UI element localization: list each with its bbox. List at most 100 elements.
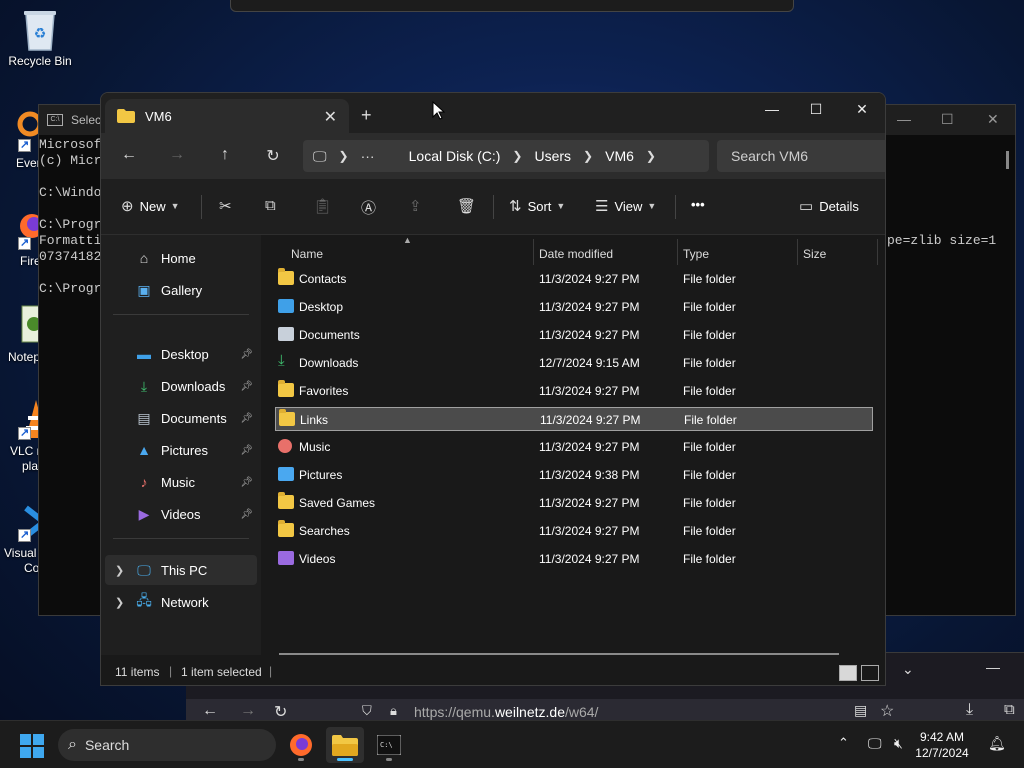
chevron-right-icon[interactable]: ❯ <box>115 596 124 609</box>
sidebar-item-downloads[interactable]: ⤓ Downloads 📌︎ <box>105 371 257 401</box>
search-input[interactable]: Search VM6 <box>717 140 885 172</box>
sidebar-item-home[interactable]: ⌂ Home <box>105 243 257 273</box>
console-maximize-button[interactable]: ☐ <box>941 111 954 128</box>
paste-button[interactable]: 📋︎ <box>313 197 338 215</box>
taskbar-search[interactable]: ⌕ Search <box>58 729 276 761</box>
taskbar-app-file-explorer[interactable] <box>326 727 364 763</box>
download-icon[interactable]: ⤓ <box>966 701 973 719</box>
reload-icon[interactable]: ↻ <box>274 702 287 722</box>
notification-bell-icon[interactable]: 🔔︎ <box>988 735 1006 752</box>
console-scrollbar[interactable] <box>1006 151 1009 169</box>
sidebar-item-desktop[interactable]: ▬ Desktop 📌︎ <box>105 339 257 369</box>
taskbar-app-firefox[interactable] <box>282 727 320 763</box>
forward-button[interactable]: → <box>165 146 189 164</box>
column-header-name[interactable]: Name <box>291 247 323 261</box>
tiles-view-icon[interactable] <box>861 665 879 681</box>
sidebar-item-music[interactable]: ♪ Music 📌︎ <box>105 467 257 497</box>
cut-button[interactable]: ✂ <box>219 197 238 215</box>
browser-minimize-button[interactable]: — <box>986 659 1000 675</box>
pin-icon[interactable]: 📌︎ <box>240 381 253 392</box>
breadcrumb-item[interactable]: VM6 <box>605 148 634 164</box>
breadcrumb-item[interactable]: Users <box>534 148 571 164</box>
network-status-icon[interactable]: 🖵︎ <box>868 735 882 752</box>
table-row[interactable]: Music 11/3/2024 9:27 PM File folder <box>275 435 873 459</box>
new-tab-button[interactable]: + <box>361 105 372 126</box>
sidebar-item-this-pc[interactable]: ❯ 🖵︎ This PC <box>105 555 257 585</box>
lock-icon[interactable]: 🔒︎ <box>390 703 397 719</box>
system-clock[interactable]: 9:42 AM 12/7/2024 <box>914 729 970 761</box>
volume-muted-icon[interactable]: 🔇︎ <box>894 735 903 752</box>
table-row[interactable]: Searches 11/3/2024 9:27 PM File folder <box>275 519 873 543</box>
pin-icon[interactable]: 📌︎ <box>240 509 253 520</box>
table-row[interactable]: Pictures 11/3/2024 9:38 PM File folder <box>275 463 873 487</box>
file-explorer-window[interactable]: VM6 ✕ + — ☐ ✕ ← → ↑ ↻ 🖵︎ ❯ ··· ❯ Local D… <box>100 92 886 686</box>
reader-view-icon[interactable]: ▤ <box>854 702 867 719</box>
pin-icon[interactable]: 📌︎ <box>240 349 253 360</box>
rename-button[interactable]: Ⓐ <box>361 197 382 218</box>
up-button[interactable]: ↑ <box>213 146 237 164</box>
tab-list-chevron-icon[interactable]: ⌄ <box>902 661 914 678</box>
sidebar-item-videos[interactable]: ▶ Videos 📌︎ <box>105 499 257 529</box>
chevron-right-icon[interactable]: ❯ <box>115 564 124 577</box>
shield-icon[interactable]: ⛉ <box>362 703 372 719</box>
tab-close-icon[interactable]: ✕ <box>324 107 337 127</box>
refresh-button[interactable]: ↻ <box>261 146 285 166</box>
sidebar-item-network[interactable]: ❯ 🖧︎ Network <box>105 587 257 617</box>
table-row-selected[interactable]: Links 11/3/2024 9:27 PM File folder <box>275 407 873 431</box>
details-button[interactable]: ▭ Details <box>799 197 859 215</box>
share-button[interactable]: ⇪ <box>409 197 428 215</box>
sort-button[interactable]: ⇅ Sort ▼ <box>509 197 565 215</box>
chevron-right-icon[interactable]: ❯ <box>512 149 522 163</box>
back-icon[interactable]: ← <box>202 702 218 720</box>
explorer-titlebar[interactable]: VM6 ✕ + — ☐ ✕ <box>101 93 885 133</box>
sidebar-item-documents[interactable]: ▤ Documents 📌︎ <box>105 403 257 433</box>
column-divider[interactable] <box>533 239 534 265</box>
table-row[interactable]: Contacts 11/3/2024 9:27 PM File folder <box>275 267 873 291</box>
close-button[interactable]: ✕ <box>847 101 877 118</box>
row-name: Links <box>300 413 329 427</box>
taskbar-app-terminal[interactable]: C:\ <box>370 727 408 763</box>
table-row[interactable]: ⤓ Downloads 12/7/2024 9:15 AM File folde… <box>275 351 873 375</box>
column-header-size[interactable]: Size <box>803 247 826 261</box>
new-button[interactable]: ⊕ New ▼ <box>121 197 180 215</box>
url-bar[interactable]: https://qemu.weilnetz.de/w64/ <box>414 704 598 720</box>
column-divider[interactable] <box>877 239 878 265</box>
chevron-right-icon[interactable]: ❯ <box>583 149 593 163</box>
maximize-button[interactable]: ☐ <box>801 101 831 118</box>
back-button[interactable]: ← <box>117 146 141 164</box>
column-divider[interactable] <box>797 239 798 265</box>
table-row[interactable]: Favorites 11/3/2024 9:27 PM File folder <box>275 379 873 403</box>
column-header-date[interactable]: Date modified <box>539 247 613 261</box>
copy-button[interactable]: ⧉ <box>265 197 282 214</box>
more-options-button[interactable]: ••• <box>691 197 705 212</box>
view-button[interactable]: ☰ View ▼ <box>595 197 656 215</box>
forward-icon[interactable]: → <box>240 702 256 720</box>
pin-icon[interactable]: 📌︎ <box>240 477 253 488</box>
breadcrumb-overflow[interactable]: ··· <box>361 148 375 164</box>
table-row[interactable]: Saved Games 11/3/2024 9:27 PM File folde… <box>275 491 873 515</box>
table-row[interactable]: Desktop 11/3/2024 9:27 PM File folder <box>275 295 873 319</box>
breadcrumb-item[interactable]: Local Disk (C:) <box>409 148 501 164</box>
chevron-up-icon[interactable]: ⌃ <box>838 735 849 751</box>
bookmark-star-icon[interactable]: ☆ <box>880 701 894 721</box>
console-minimize-button[interactable]: — <box>897 111 911 127</box>
extensions-icon[interactable]: ⧉ <box>1004 701 1015 718</box>
delete-button[interactable]: 🗑︎ <box>457 197 482 215</box>
details-view-icon[interactable] <box>839 665 857 681</box>
start-button[interactable] <box>20 734 44 761</box>
minimize-button[interactable]: — <box>757 101 787 117</box>
pin-icon[interactable]: 📌︎ <box>240 445 253 456</box>
address-bar[interactable]: 🖵︎ ❯ ··· ❯ Local Disk (C:) ❯ Users ❯ VM6… <box>303 140 709 172</box>
table-row[interactable]: Videos 11/3/2024 9:27 PM File folder <box>275 547 873 571</box>
console-close-button[interactable]: ✕ <box>987 111 999 128</box>
table-row[interactable]: Documents 11/3/2024 9:27 PM File folder <box>275 323 873 347</box>
details-label: Details <box>819 198 859 214</box>
desktop-icon-recycle-bin[interactable]: ♻ Recycle Bin <box>0 8 80 68</box>
column-divider[interactable] <box>677 239 678 265</box>
pin-icon[interactable]: 📌︎ <box>240 413 253 424</box>
sidebar-item-pictures[interactable]: ▲ Pictures 📌︎ <box>105 435 257 465</box>
explorer-tab[interactable]: VM6 ✕ <box>105 99 349 133</box>
column-header-type[interactable]: Type <box>683 247 709 261</box>
sidebar-item-gallery[interactable]: ▣ Gallery <box>105 275 257 305</box>
chevron-right-icon[interactable]: ❯ <box>646 149 656 163</box>
